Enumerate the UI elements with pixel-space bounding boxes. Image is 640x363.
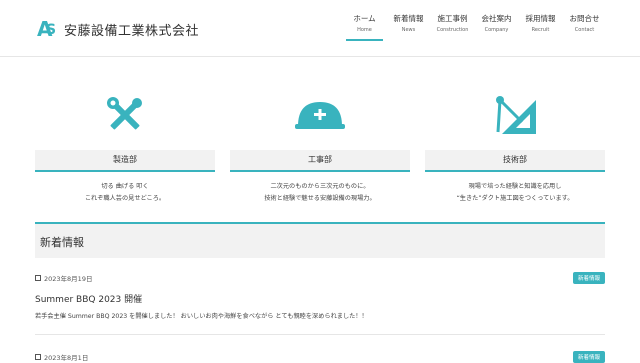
site-header: AS 安藤設備工業株式会社 ホーム Home 新着情報 News 施工事例 Co… bbox=[0, 0, 640, 57]
post-date: 2023年8月1日 bbox=[35, 352, 605, 362]
nav-item-home[interactable]: ホーム Home bbox=[346, 14, 383, 41]
service-desc-line: 二次元のものから三次元のものに。 bbox=[270, 183, 370, 190]
calendar-icon bbox=[35, 275, 41, 281]
nav-label: 会社案内 bbox=[481, 14, 512, 23]
service-engineering[interactable]: 技術部 現場で培った経験と知識を応用し “生きた”ダクト施工図をつくっています。 bbox=[425, 94, 605, 205]
service-desc-line: “生きた”ダクト施工図をつくっています。 bbox=[456, 195, 574, 202]
main-nav: ホーム Home 新着情報 News 施工事例 Construction 会社案… bbox=[343, 14, 606, 41]
service-title: 製造部 bbox=[35, 150, 215, 172]
company-name: 安藤設備工業株式会社 bbox=[64, 23, 200, 39]
calendar-icon bbox=[35, 354, 41, 360]
nav-sublabel: Company bbox=[484, 27, 509, 33]
helmet-icon bbox=[230, 94, 410, 136]
service-description: 二次元のものから三次元のものに。 技術と経験で魅せる安藤設備の現場力。 bbox=[230, 181, 410, 205]
tools-icon bbox=[35, 94, 215, 136]
service-construction[interactable]: 工事部 二次元のものから三次元のものに。 技術と経験で魅せる安藤設備の現場力。 bbox=[230, 94, 410, 205]
service-desc-line: 現場で培った経験と知識を応用し bbox=[468, 183, 562, 190]
post-date: 2023年8月19日 bbox=[35, 273, 605, 283]
post-divider bbox=[35, 334, 605, 335]
category-badge[interactable]: 新着情報 bbox=[572, 272, 605, 284]
services-section: 製造部 切る 曲げる 叩く これぞ職人芸の見せどころ。 工事部 二次元のものから… bbox=[35, 94, 605, 205]
service-title: 技術部 bbox=[425, 150, 605, 172]
site-logo[interactable]: AS 安藤設備工業株式会社 bbox=[37, 17, 199, 41]
service-description: 切る 曲げる 叩く これぞ職人芸の見せどころ。 bbox=[35, 181, 215, 205]
post-date-text: 2023年8月1日 bbox=[44, 354, 89, 362]
nav-item-contact[interactable]: お問合せ Contact bbox=[563, 14, 606, 41]
nav-sublabel: Home bbox=[357, 27, 372, 33]
nav-item-recruit[interactable]: 採用情報 Recruit bbox=[519, 14, 562, 41]
news-post[interactable]: 2023年8月1日 新着情報 bbox=[35, 351, 605, 363]
nav-label: 新着情報 bbox=[393, 14, 424, 23]
service-desc-line: 切る 曲げる 叩く bbox=[101, 183, 149, 190]
nav-label: ホーム bbox=[353, 14, 376, 23]
nav-item-news[interactable]: 新着情報 News bbox=[387, 14, 430, 41]
category-badge[interactable]: 新着情報 bbox=[572, 351, 605, 363]
service-title: 工事部 bbox=[230, 150, 410, 172]
service-description: 現場で培った経験と知識を応用し “生きた”ダクト施工図をつくっています。 bbox=[425, 181, 605, 205]
news-post[interactable]: 2023年8月19日 新着情報 Summer BBQ 2023 開催 若手会主催… bbox=[35, 272, 605, 320]
logo-mark-icon: AS bbox=[37, 17, 57, 41]
news-section-header: 新着情報 bbox=[35, 222, 605, 258]
nav-sublabel: Recruit bbox=[531, 27, 550, 33]
post-title[interactable]: Summer BBQ 2023 開催 bbox=[35, 292, 605, 305]
nav-label: 施工事例 bbox=[437, 14, 468, 23]
nav-sublabel: Contact bbox=[574, 27, 595, 33]
nav-sublabel: News bbox=[401, 27, 416, 33]
service-manufacturing[interactable]: 製造部 切る 曲げる 叩く これぞ職人芸の見せどころ。 bbox=[35, 94, 215, 205]
nav-item-construction[interactable]: 施工事例 Construction bbox=[431, 14, 474, 41]
news-heading: 新着情報 bbox=[40, 236, 84, 249]
nav-sublabel: Construction bbox=[436, 27, 469, 33]
post-excerpt: 若手会主催 Summer BBQ 2023 を開催しました！ おいしいお肉や海鮮… bbox=[35, 313, 368, 320]
compass-icon bbox=[425, 94, 605, 136]
service-desc-line: これぞ職人芸の見せどころ。 bbox=[84, 195, 166, 202]
nav-label: 採用情報 bbox=[525, 14, 556, 23]
nav-label: お問合せ bbox=[569, 14, 600, 23]
post-date-text: 2023年8月19日 bbox=[44, 275, 93, 283]
nav-item-company[interactable]: 会社案内 Company bbox=[475, 14, 518, 41]
service-desc-line: 技術と経験で魅せる安藤設備の現場力。 bbox=[264, 195, 376, 202]
